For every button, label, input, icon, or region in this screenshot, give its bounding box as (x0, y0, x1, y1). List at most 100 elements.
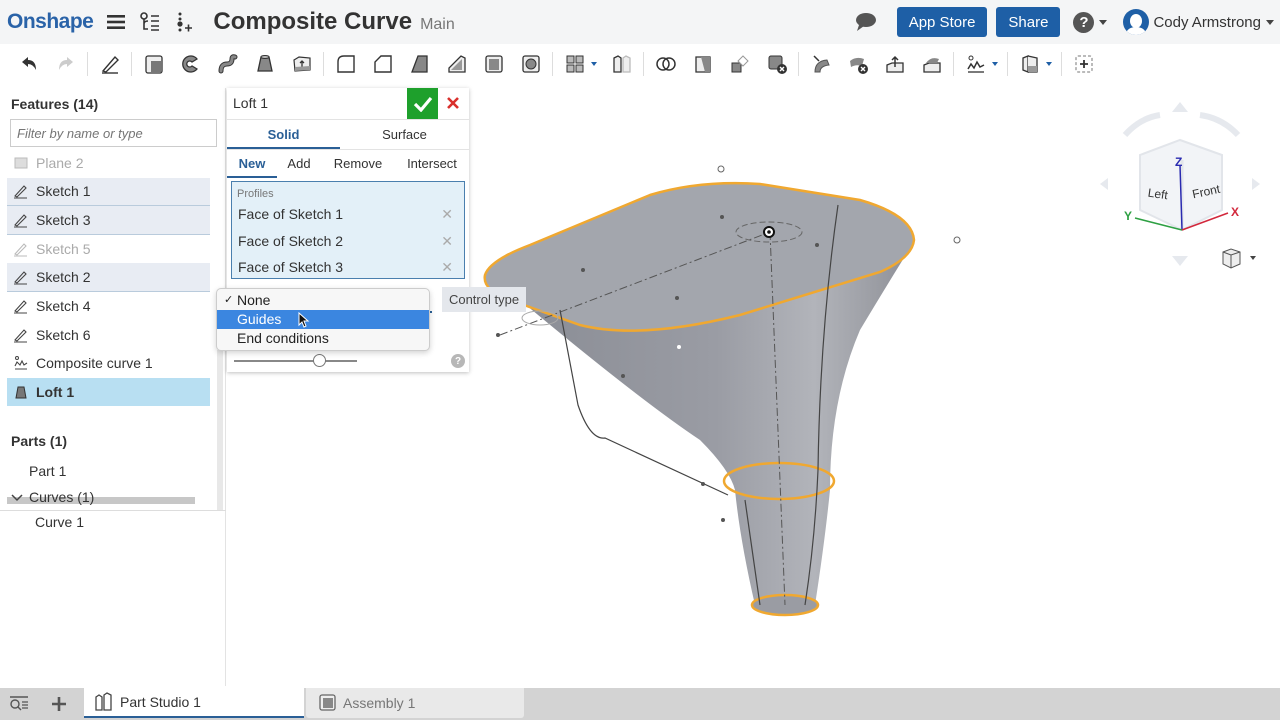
feature-item-sketch-2[interactable]: Sketch 2 (7, 263, 210, 292)
view-cube[interactable]: Left Front Z Y X (1100, 102, 1260, 266)
extrude-icon[interactable] (141, 51, 167, 77)
part-item[interactable]: Part 1 (29, 463, 66, 479)
composite-curve-icon (13, 355, 29, 371)
tab-remove[interactable]: Remove (321, 150, 395, 178)
feature-item-sketch-5[interactable]: Sketch 5 (7, 235, 210, 264)
vertical-scrollbar[interactable] (217, 350, 223, 510)
accept-button[interactable] (407, 88, 438, 119)
user-name: Cody Armstrong (1153, 13, 1261, 31)
tab-manager-icon[interactable] (9, 696, 29, 717)
thicken-icon[interactable] (289, 51, 315, 77)
profile-item[interactable]: Face of Sketch 1 (238, 206, 343, 222)
filter-input[interactable] (10, 119, 217, 147)
tab-surface[interactable]: Surface (340, 121, 469, 149)
mirror-icon[interactable] (609, 51, 635, 77)
revolve-icon[interactable] (178, 51, 204, 77)
document-title[interactable]: Composite Curve (213, 8, 412, 36)
user-menu[interactable]: Cody Armstrong (1115, 9, 1274, 35)
pattern-icon[interactable] (562, 51, 588, 77)
rotate-right-arrow[interactable] (1252, 178, 1260, 190)
toolbar-divider (131, 52, 132, 76)
modify-fillet-icon[interactable] (808, 51, 834, 77)
feature-item-sketch-6[interactable]: Sketch 6 (7, 321, 210, 350)
menu-icon[interactable] (105, 11, 127, 33)
undo-icon[interactable] (16, 51, 42, 77)
slider-thumb[interactable] (313, 354, 327, 367)
hole-icon[interactable] (518, 51, 544, 77)
boolean-icon[interactable] (653, 51, 679, 77)
profiles-label: Profiles (237, 188, 274, 200)
sketch-icon[interactable] (97, 51, 123, 77)
pencil-icon (13, 183, 29, 199)
chevron-down-icon[interactable] (1046, 62, 1052, 66)
profiles-field[interactable]: Profiles Face of Sketch 1 ✕ Face of Sket… (231, 181, 465, 279)
rotate-down-arrow[interactable] (1172, 256, 1188, 266)
curve-item[interactable]: Curve 1 (35, 514, 84, 530)
option-none[interactable]: ✓ None (217, 291, 429, 310)
dialog-title: Loft 1 (233, 95, 269, 111)
profile-item[interactable]: Face of Sketch 3 (238, 259, 343, 275)
rotate-left-arrow[interactable] (1100, 178, 1108, 190)
replace-face-icon[interactable] (919, 51, 945, 77)
version-history-icon[interactable] (139, 11, 161, 33)
insert-feature-icon[interactable] (173, 11, 195, 33)
curves-group[interactable]: Curves (1) (11, 489, 94, 505)
plane-icon[interactable] (1017, 51, 1043, 77)
feature-item-sketch-4[interactable]: Sketch 4 (7, 292, 210, 321)
help-menu[interactable]: ? (1073, 11, 1108, 33)
delete-face-icon[interactable] (845, 51, 871, 77)
option-guides[interactable]: Guides (217, 310, 429, 329)
tab-add[interactable]: Add (277, 150, 321, 178)
cancel-button[interactable] (443, 92, 463, 114)
tab-solid[interactable]: Solid (227, 121, 340, 149)
move-face-icon[interactable] (882, 51, 908, 77)
tab-part-studio-1[interactable]: Part Studio 1 (84, 688, 304, 718)
feature-item-plane-2[interactable]: Plane 2 (7, 149, 210, 178)
feature-item-composite-curve-1[interactable]: Composite curve 1 (7, 349, 210, 378)
share-button[interactable]: Share (996, 7, 1061, 37)
chamfer-icon[interactable] (370, 51, 396, 77)
sweep-icon[interactable] (215, 51, 241, 77)
curve-tools-icon[interactable] (963, 51, 989, 77)
toolbar-divider (953, 52, 954, 76)
split-icon[interactable] (690, 51, 716, 77)
tab-intersect[interactable]: Intersect (395, 150, 469, 178)
help-icon[interactable]: ? (451, 354, 465, 368)
onshape-logo[interactable]: Onshape (7, 10, 94, 34)
add-tab-icon[interactable] (51, 696, 67, 717)
comment-icon[interactable] (854, 12, 878, 32)
draft-icon[interactable] (407, 51, 433, 77)
redo-icon[interactable] (53, 51, 79, 77)
tab-assembly-1[interactable]: Assembly 1 (306, 688, 524, 718)
rib-icon[interactable] (444, 51, 470, 77)
loft-body[interactable] (483, 165, 961, 617)
fillet-icon[interactable] (333, 51, 359, 77)
shell-icon[interactable] (481, 51, 507, 77)
feature-item-sketch-3[interactable]: Sketch 3 (7, 206, 210, 235)
branch-name[interactable]: Main (420, 16, 455, 34)
slider-track[interactable] (234, 360, 357, 362)
loft-icon[interactable] (252, 51, 278, 77)
part-studio-icon (95, 692, 112, 711)
rotate-up-arrow[interactable] (1172, 102, 1188, 112)
remove-icon[interactable]: ✕ (441, 233, 453, 250)
tab-new[interactable]: New (227, 150, 277, 178)
pencil-icon (13, 327, 29, 343)
option-end-conditions[interactable]: End conditions (217, 329, 429, 348)
profile-item[interactable]: Face of Sketch 2 (238, 233, 343, 249)
chevron-down-icon[interactable] (992, 62, 998, 66)
remove-icon[interactable]: ✕ (441, 259, 453, 276)
pencil-icon (13, 241, 29, 257)
feature-item-loft-1[interactable]: Loft 1 (7, 377, 210, 407)
x-axis-label: X (1231, 205, 1239, 219)
view-options-menu[interactable] (1222, 248, 1256, 269)
app-store-button[interactable]: App Store (896, 7, 988, 37)
add-custom-feature-icon[interactable] (1071, 51, 1097, 77)
remove-icon[interactable]: ✕ (441, 206, 453, 223)
cube-face-left[interactable]: Left (1147, 186, 1169, 203)
graphics-viewport[interactable]: Left Front Z Y X (470, 84, 1280, 688)
delete-part-icon[interactable] (764, 51, 790, 77)
chevron-down-icon[interactable] (591, 62, 597, 66)
transform-icon[interactable] (727, 51, 753, 77)
feature-item-sketch-1[interactable]: Sketch 1 (7, 177, 210, 207)
